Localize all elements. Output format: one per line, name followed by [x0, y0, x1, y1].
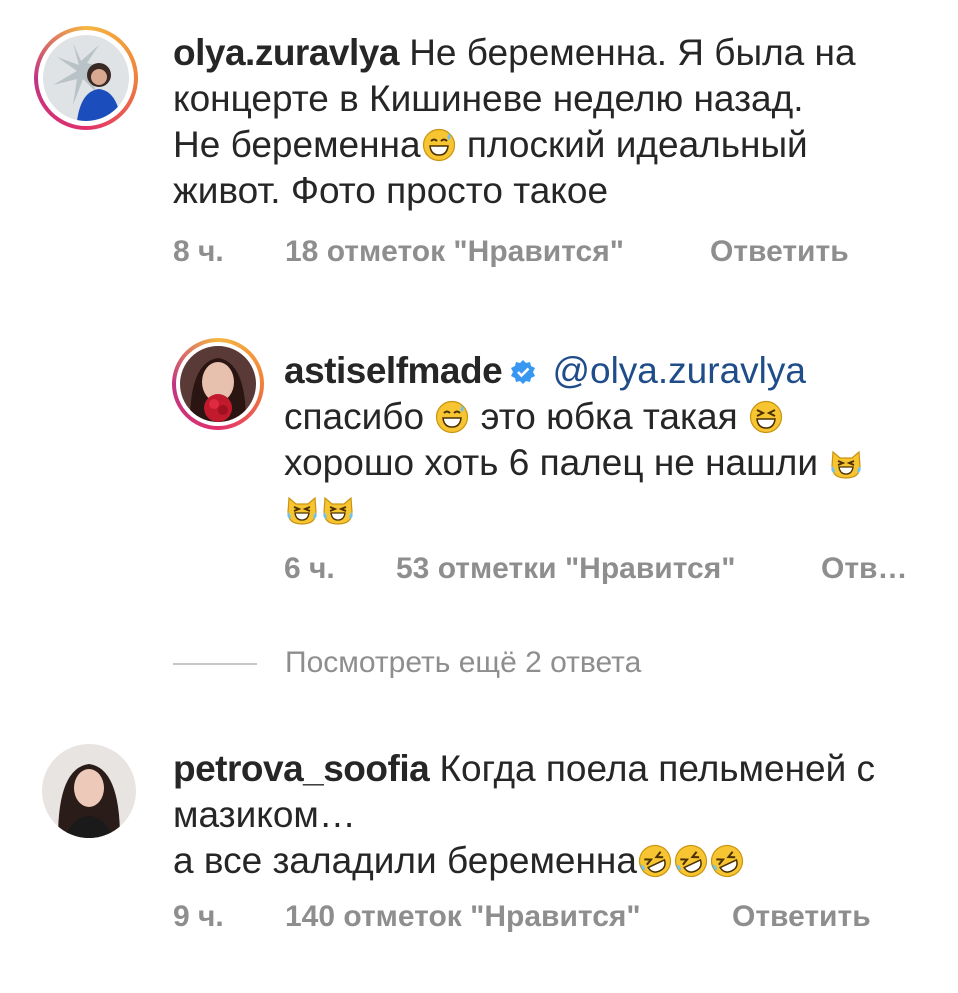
- grinning-sweat-emoji-icon: [422, 128, 456, 162]
- likes-count[interactable]: 18 отметок "Нравится": [285, 235, 624, 269]
- username[interactable]: astiselfmade: [284, 350, 503, 391]
- timestamp: 9 ч.: [173, 900, 224, 933]
- comment-line: живот. Фото просто такое: [173, 170, 609, 211]
- comment-line: Когда поела пельменей с: [439, 748, 876, 789]
- reply-astiselfmade: astiselfmade @olya.zuravlya спасибо это …: [0, 330, 958, 600]
- avatar[interactable]: [43, 35, 129, 121]
- username[interactable]: petrova_soofia: [173, 748, 430, 789]
- likes-count[interactable]: 140 отметок "Нравится": [285, 900, 641, 934]
- reply-button[interactable]: Ответить: [710, 235, 849, 269]
- view-more-replies-button[interactable]: Посмотреть ещё 2 ответа: [285, 646, 641, 680]
- username[interactable]: olya.zuravlya: [173, 32, 399, 73]
- comment-meta: 9 ч. 140 отметок "Нравится" Ответить: [173, 900, 933, 940]
- profile-photo-icon: [42, 744, 136, 838]
- comment-line: спасибо: [284, 396, 435, 437]
- comment-line: мазиком…: [173, 794, 356, 835]
- squinting-face-emoji-icon: [749, 400, 783, 434]
- comment-text: astiselfmade @olya.zuravlya спасибо это …: [284, 348, 944, 532]
- comment-line: Не беременна. Я была на: [409, 32, 856, 73]
- comment-meta: 8 ч. 18 отметок "Нравится" Ответить: [173, 235, 933, 275]
- comment-text: olya.zuravlya Не беременна. Я была на ко…: [173, 30, 943, 214]
- comment-line: хорошо хоть 6 палец не нашли: [284, 442, 829, 483]
- comment-line: а все заладили беременна: [173, 840, 637, 881]
- avatar[interactable]: [180, 346, 256, 422]
- verified-badge-icon: [510, 359, 536, 385]
- comment-line: концерте в Кишиневе неделю назад.: [173, 78, 804, 119]
- cat-tears-of-joy-emoji-icon: [285, 492, 319, 526]
- comment-olya: olya.zuravlya Не беременна. Я была на ко…: [0, 0, 958, 290]
- comment-text: petrova_soofia Когда поела пельменей с м…: [173, 746, 943, 884]
- reply-button[interactable]: Ответить: [732, 900, 871, 934]
- profile-photo-icon: [43, 35, 129, 121]
- rolling-laughing-emoji-icon: [674, 844, 708, 878]
- comment-line: это юбка такая: [470, 396, 748, 437]
- story-ring[interactable]: [34, 26, 138, 130]
- cat-tears-of-joy-emoji-icon: [829, 446, 863, 480]
- comments-page: olya.zuravlya Не беременна. Я была на ко…: [0, 0, 958, 993]
- grinning-sweat-emoji-icon: [435, 400, 469, 434]
- mention-link[interactable]: @olya.zuravlya: [552, 350, 806, 391]
- rolling-laughing-emoji-icon: [638, 844, 672, 878]
- avatar[interactable]: [42, 744, 136, 838]
- view-more-divider: [173, 663, 257, 665]
- rolling-laughing-emoji-icon: [710, 844, 744, 878]
- comment-meta: 6 ч. 53 отметки "Нравится" Отв…: [284, 552, 924, 592]
- reply-button[interactable]: Отв…: [821, 552, 907, 586]
- likes-count[interactable]: 53 отметки "Нравится": [396, 552, 735, 586]
- timestamp: 6 ч.: [284, 552, 335, 585]
- profile-photo-icon: [180, 346, 256, 422]
- comment-petrova: petrova_soofia Когда поела пельменей с м…: [0, 730, 958, 970]
- cat-tears-of-joy-emoji-icon: [321, 492, 355, 526]
- story-ring[interactable]: [172, 338, 264, 430]
- comment-line: плоский идеальный: [456, 124, 808, 165]
- timestamp: 8 ч.: [173, 235, 224, 268]
- comment-line: Не беременна: [173, 124, 421, 165]
